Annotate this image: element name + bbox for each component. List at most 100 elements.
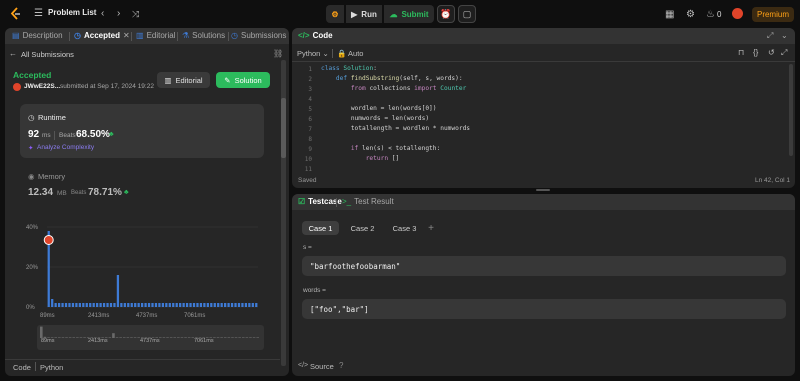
- add-case-icon[interactable]: +: [425, 221, 437, 235]
- line-number: 3: [308, 86, 312, 93]
- minimap-bar: [187, 337, 191, 338]
- histogram-bar: [227, 303, 230, 307]
- memory-unit: MB: [57, 190, 67, 197]
- layout-grid-icon[interactable]: ▦: [665, 8, 674, 22]
- minimap-bar: [231, 337, 234, 338]
- note-icon[interactable]: ▢: [458, 5, 476, 23]
- minimap-bar: [177, 337, 180, 338]
- histogram-bar: [196, 303, 199, 307]
- histogram-bar: [189, 303, 192, 307]
- minimap-bar: [227, 337, 231, 338]
- tab-divider: [336, 198, 337, 207]
- minimap-bar: [68, 337, 72, 338]
- histogram-bar: [123, 303, 126, 307]
- histogram-bar: [220, 303, 223, 307]
- scrollbar-thumb[interactable]: [281, 98, 286, 158]
- footer-language: Python: [40, 363, 64, 372]
- editorial-button[interactable]: ▥ Editorial: [157, 72, 210, 88]
- avatar[interactable]: [732, 8, 743, 19]
- minimap-bar: [220, 337, 223, 338]
- submit-button[interactable]: ☁ Submit: [384, 5, 434, 23]
- code-editor[interactable]: class Solution: def findSubstring(self, …: [321, 64, 470, 164]
- divider: [292, 61, 795, 62]
- tab-solutions[interactable]: ⚗ Solutions: [182, 31, 225, 40]
- help-icon[interactable]: ?: [339, 361, 343, 370]
- chevron-right-icon[interactable]: ›: [117, 7, 120, 21]
- collapse-icon[interactable]: ⌄: [781, 31, 788, 40]
- tab-submissions[interactable]: ◷ Submissions: [231, 31, 286, 40]
- run-button[interactable]: ▶ Run: [346, 5, 382, 23]
- line-number: 7: [308, 126, 312, 133]
- tab-test-result[interactable]: >_ Test Result: [342, 197, 394, 206]
- histogram-bar: [158, 303, 161, 307]
- histogram-bar: [172, 303, 175, 307]
- minimap-bar: [65, 337, 68, 338]
- close-tab-icon[interactable]: ✕: [123, 31, 130, 40]
- problem-list-link[interactable]: Problem List: [48, 8, 96, 17]
- case-2-tab[interactable]: Case 2: [344, 221, 381, 235]
- top-bar: ☰ Problem List ‹ › ⤨ ⚙ ▶ Run ☁ Submit ⏰ ▢ …: [0, 0, 800, 28]
- case-1-tab[interactable]: Case 1: [302, 221, 339, 235]
- source-link[interactable]: Source: [310, 362, 334, 371]
- histogram-bar: [120, 303, 123, 307]
- tab-code[interactable]: </> Code: [298, 31, 333, 40]
- user-avatar[interactable]: [13, 83, 21, 91]
- footer-divider: [5, 359, 280, 360]
- analyze-complexity-link[interactable]: Analyze Complexity: [37, 144, 94, 151]
- x-tick-label: 7061ms: [184, 313, 205, 319]
- s-input[interactable]: "barfoothefoobarman": [302, 256, 786, 276]
- username[interactable]: JWwE22S...: [24, 83, 60, 90]
- words-input[interactable]: ["foo","bar"]: [302, 299, 786, 319]
- memory-title[interactable]: Memory: [38, 172, 65, 181]
- language-select[interactable]: Python ⌄: [297, 49, 329, 58]
- lock-icon: 🔒: [337, 49, 347, 58]
- solution-button[interactable]: ✎ Solution: [216, 72, 270, 88]
- scrollbar-track[interactable]: [281, 60, 286, 366]
- premium-button[interactable]: Premium: [752, 7, 794, 22]
- fullscreen-icon[interactable]: ⤢: [781, 48, 787, 58]
- y-tick-label: 20%: [26, 265, 39, 271]
- reset-icon[interactable]: ↺: [768, 48, 775, 57]
- alarm-icon[interactable]: ⏰: [437, 5, 455, 23]
- runtime-card[interactable]: ◷ Runtime 92 ms Beats 68.50% ♣ ✦ Analyze…: [20, 104, 264, 158]
- histogram-bar: [51, 299, 54, 307]
- x-tick-label: 89ms: [40, 313, 55, 319]
- shuffle-icon[interactable]: ⤨: [132, 7, 139, 21]
- divider: [332, 49, 333, 58]
- cursor-position: Ln 42, Col 1: [755, 177, 791, 184]
- runtime-distribution-chart[interactable]: 40% 20% 0% 89ms 2413ms 4737ms 7061ms: [20, 215, 268, 320]
- resize-handle[interactable]: [536, 189, 550, 191]
- all-submissions-link[interactable]: All Submissions: [21, 50, 74, 59]
- chevron-left-icon[interactable]: ‹: [101, 7, 104, 21]
- x-tick-label: 4737ms: [136, 313, 157, 319]
- tab-accepted[interactable]: ◷ Accepted ✕: [74, 31, 130, 40]
- auto-mode[interactable]: 🔒 Auto: [337, 49, 363, 58]
- book-icon: ▥: [164, 75, 172, 85]
- line-number: 1: [308, 66, 312, 73]
- tab-description[interactable]: ▤ Description: [12, 31, 63, 40]
- fire-icon[interactable]: ♨: [706, 8, 715, 22]
- s-label: s =: [303, 244, 312, 251]
- histogram-bar: [248, 303, 251, 307]
- leetcode-logo[interactable]: [9, 7, 23, 21]
- line-number: 10: [304, 156, 312, 163]
- minimap-bar: [112, 333, 115, 338]
- link-icon[interactable]: ⛓: [273, 49, 283, 58]
- histogram-bar: [199, 303, 203, 307]
- braces-icon[interactable]: {}: [753, 48, 758, 57]
- settings-icon[interactable]: ⚙: [686, 8, 695, 22]
- histogram-bar: [140, 303, 144, 307]
- expand-icon[interactable]: ⤢: [767, 31, 773, 41]
- line-number: 5: [308, 106, 312, 113]
- debug-icon[interactable]: ⚙: [326, 5, 344, 23]
- bookmark-icon[interactable]: ⊓: [738, 48, 744, 57]
- leaf-icon: ♣: [109, 131, 114, 138]
- editor-scrollbar[interactable]: [789, 64, 793, 156]
- minimap-bar: [108, 337, 112, 338]
- back-arrow-icon[interactable]: ←: [9, 49, 17, 58]
- tab-divider: [177, 32, 178, 41]
- list-icon[interactable]: ☰: [34, 7, 43, 21]
- case-3-tab[interactable]: Case 3: [386, 221, 423, 235]
- tab-editorial[interactable]: ▥ Editorial: [136, 31, 175, 40]
- memory-beats-label: Beats: [71, 190, 87, 196]
